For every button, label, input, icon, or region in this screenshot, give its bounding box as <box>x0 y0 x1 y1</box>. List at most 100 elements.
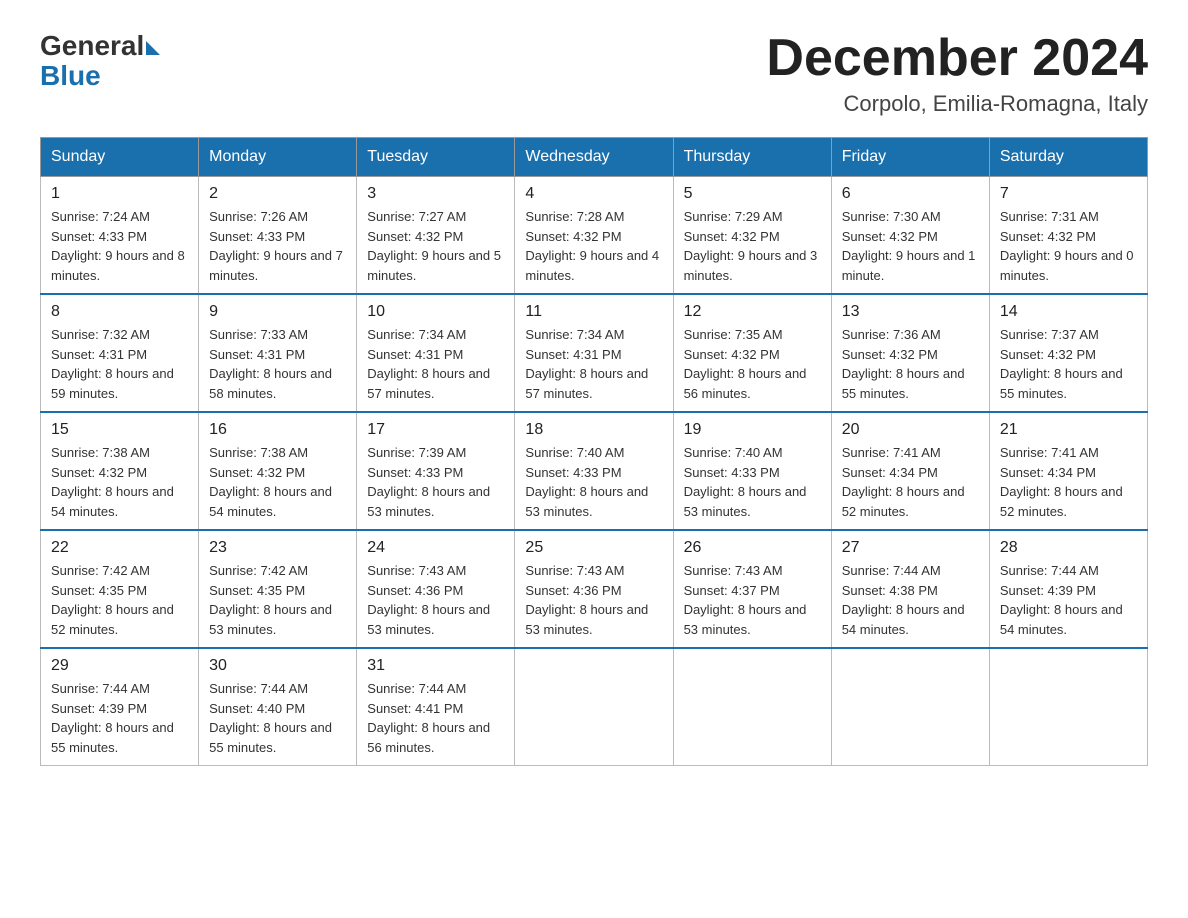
table-row: 21 Sunrise: 7:41 AM Sunset: 4:34 PM Dayl… <box>989 412 1147 530</box>
day-info: Sunrise: 7:40 AM Sunset: 4:33 PM Dayligh… <box>684 443 821 521</box>
sunset-label: Sunset: 4:33 PM <box>51 229 147 244</box>
table-row: 5 Sunrise: 7:29 AM Sunset: 4:32 PM Dayli… <box>673 177 831 295</box>
sunset-label: Sunset: 4:31 PM <box>525 347 621 362</box>
day-number: 29 <box>51 657 188 675</box>
daylight-label: Daylight: 8 hours and 55 minutes. <box>1000 366 1123 401</box>
table-row: 22 Sunrise: 7:42 AM Sunset: 4:35 PM Dayl… <box>41 530 199 648</box>
daylight-label: Daylight: 9 hours and 5 minutes. <box>367 248 501 283</box>
daylight-label: Daylight: 8 hours and 54 minutes. <box>209 484 332 519</box>
day-info: Sunrise: 7:43 AM Sunset: 4:36 PM Dayligh… <box>525 561 662 639</box>
daylight-label: Daylight: 8 hours and 56 minutes. <box>684 366 807 401</box>
day-number: 9 <box>209 303 346 321</box>
sunrise-label: Sunrise: 7:39 AM <box>367 445 466 460</box>
sunrise-label: Sunrise: 7:42 AM <box>209 563 308 578</box>
day-number: 7 <box>1000 185 1137 203</box>
day-info: Sunrise: 7:37 AM Sunset: 4:32 PM Dayligh… <box>1000 325 1137 403</box>
col-thursday: Thursday <box>673 138 831 177</box>
page-header: General Blue December 2024 Corpolo, Emil… <box>40 30 1148 117</box>
day-info: Sunrise: 7:44 AM Sunset: 4:39 PM Dayligh… <box>1000 561 1137 639</box>
sunrise-label: Sunrise: 7:38 AM <box>209 445 308 460</box>
sunrise-label: Sunrise: 7:34 AM <box>525 327 624 342</box>
sunset-label: Sunset: 4:41 PM <box>367 701 463 716</box>
col-tuesday: Tuesday <box>357 138 515 177</box>
sunrise-label: Sunrise: 7:35 AM <box>684 327 783 342</box>
table-row: 19 Sunrise: 7:40 AM Sunset: 4:33 PM Dayl… <box>673 412 831 530</box>
table-row: 29 Sunrise: 7:44 AM Sunset: 4:39 PM Dayl… <box>41 648 199 766</box>
table-row: 20 Sunrise: 7:41 AM Sunset: 4:34 PM Dayl… <box>831 412 989 530</box>
sunrise-label: Sunrise: 7:44 AM <box>367 681 466 696</box>
day-info: Sunrise: 7:40 AM Sunset: 4:33 PM Dayligh… <box>525 443 662 521</box>
title-area: December 2024 Corpolo, Emilia-Romagna, I… <box>766 30 1148 117</box>
sunrise-label: Sunrise: 7:27 AM <box>367 209 466 224</box>
day-info: Sunrise: 7:33 AM Sunset: 4:31 PM Dayligh… <box>209 325 346 403</box>
day-info: Sunrise: 7:38 AM Sunset: 4:32 PM Dayligh… <box>51 443 188 521</box>
day-info: Sunrise: 7:24 AM Sunset: 4:33 PM Dayligh… <box>51 207 188 285</box>
day-number: 30 <box>209 657 346 675</box>
sunrise-label: Sunrise: 7:43 AM <box>684 563 783 578</box>
day-number: 1 <box>51 185 188 203</box>
daylight-label: Daylight: 8 hours and 55 minutes. <box>51 720 174 755</box>
day-info: Sunrise: 7:35 AM Sunset: 4:32 PM Dayligh… <box>684 325 821 403</box>
col-sunday: Sunday <box>41 138 199 177</box>
day-number: 26 <box>684 539 821 557</box>
daylight-label: Daylight: 8 hours and 58 minutes. <box>209 366 332 401</box>
sunset-label: Sunset: 4:32 PM <box>684 229 780 244</box>
daylight-label: Daylight: 8 hours and 53 minutes. <box>525 484 648 519</box>
table-row: 8 Sunrise: 7:32 AM Sunset: 4:31 PM Dayli… <box>41 294 199 412</box>
sunset-label: Sunset: 4:31 PM <box>51 347 147 362</box>
day-info: Sunrise: 7:41 AM Sunset: 4:34 PM Dayligh… <box>842 443 979 521</box>
table-row <box>673 648 831 766</box>
day-info: Sunrise: 7:26 AM Sunset: 4:33 PM Dayligh… <box>209 207 346 285</box>
calendar-week-row: 8 Sunrise: 7:32 AM Sunset: 4:31 PM Dayli… <box>41 294 1148 412</box>
sunrise-label: Sunrise: 7:40 AM <box>525 445 624 460</box>
day-number: 6 <box>842 185 979 203</box>
sunrise-label: Sunrise: 7:31 AM <box>1000 209 1099 224</box>
day-info: Sunrise: 7:44 AM Sunset: 4:39 PM Dayligh… <box>51 679 188 757</box>
table-row: 31 Sunrise: 7:44 AM Sunset: 4:41 PM Dayl… <box>357 648 515 766</box>
day-number: 14 <box>1000 303 1137 321</box>
sunset-label: Sunset: 4:31 PM <box>367 347 463 362</box>
day-number: 11 <box>525 303 662 321</box>
daylight-label: Daylight: 8 hours and 52 minutes. <box>842 484 965 519</box>
sunset-label: Sunset: 4:32 PM <box>842 229 938 244</box>
sunset-label: Sunset: 4:33 PM <box>209 229 305 244</box>
sunset-label: Sunset: 4:36 PM <box>367 583 463 598</box>
table-row: 15 Sunrise: 7:38 AM Sunset: 4:32 PM Dayl… <box>41 412 199 530</box>
sunset-label: Sunset: 4:35 PM <box>209 583 305 598</box>
location-title: Corpolo, Emilia-Romagna, Italy <box>766 91 1148 117</box>
table-row: 7 Sunrise: 7:31 AM Sunset: 4:32 PM Dayli… <box>989 177 1147 295</box>
month-title: December 2024 <box>766 30 1148 87</box>
calendar-header-row: Sunday Monday Tuesday Wednesday Thursday… <box>41 138 1148 177</box>
day-number: 2 <box>209 185 346 203</box>
day-info: Sunrise: 7:36 AM Sunset: 4:32 PM Dayligh… <box>842 325 979 403</box>
daylight-label: Daylight: 8 hours and 53 minutes. <box>684 602 807 637</box>
day-info: Sunrise: 7:44 AM Sunset: 4:38 PM Dayligh… <box>842 561 979 639</box>
day-number: 27 <box>842 539 979 557</box>
sunset-label: Sunset: 4:32 PM <box>1000 347 1096 362</box>
sunset-label: Sunset: 4:33 PM <box>367 465 463 480</box>
daylight-label: Daylight: 8 hours and 57 minutes. <box>367 366 490 401</box>
table-row: 23 Sunrise: 7:42 AM Sunset: 4:35 PM Dayl… <box>199 530 357 648</box>
calendar-week-row: 29 Sunrise: 7:44 AM Sunset: 4:39 PM Dayl… <box>41 648 1148 766</box>
sunset-label: Sunset: 4:32 PM <box>842 347 938 362</box>
day-info: Sunrise: 7:28 AM Sunset: 4:32 PM Dayligh… <box>525 207 662 285</box>
sunset-label: Sunset: 4:34 PM <box>842 465 938 480</box>
sunrise-label: Sunrise: 7:24 AM <box>51 209 150 224</box>
sunrise-label: Sunrise: 7:41 AM <box>1000 445 1099 460</box>
table-row: 27 Sunrise: 7:44 AM Sunset: 4:38 PM Dayl… <box>831 530 989 648</box>
daylight-label: Daylight: 8 hours and 53 minutes. <box>525 602 648 637</box>
day-number: 8 <box>51 303 188 321</box>
sunrise-label: Sunrise: 7:33 AM <box>209 327 308 342</box>
sunrise-label: Sunrise: 7:42 AM <box>51 563 150 578</box>
table-row: 17 Sunrise: 7:39 AM Sunset: 4:33 PM Dayl… <box>357 412 515 530</box>
day-info: Sunrise: 7:38 AM Sunset: 4:32 PM Dayligh… <box>209 443 346 521</box>
day-number: 17 <box>367 421 504 439</box>
calendar-week-row: 1 Sunrise: 7:24 AM Sunset: 4:33 PM Dayli… <box>41 177 1148 295</box>
sunset-label: Sunset: 4:32 PM <box>684 347 780 362</box>
table-row: 12 Sunrise: 7:35 AM Sunset: 4:32 PM Dayl… <box>673 294 831 412</box>
day-number: 16 <box>209 421 346 439</box>
table-row: 16 Sunrise: 7:38 AM Sunset: 4:32 PM Dayl… <box>199 412 357 530</box>
daylight-label: Daylight: 8 hours and 55 minutes. <box>209 720 332 755</box>
day-number: 24 <box>367 539 504 557</box>
day-number: 21 <box>1000 421 1137 439</box>
